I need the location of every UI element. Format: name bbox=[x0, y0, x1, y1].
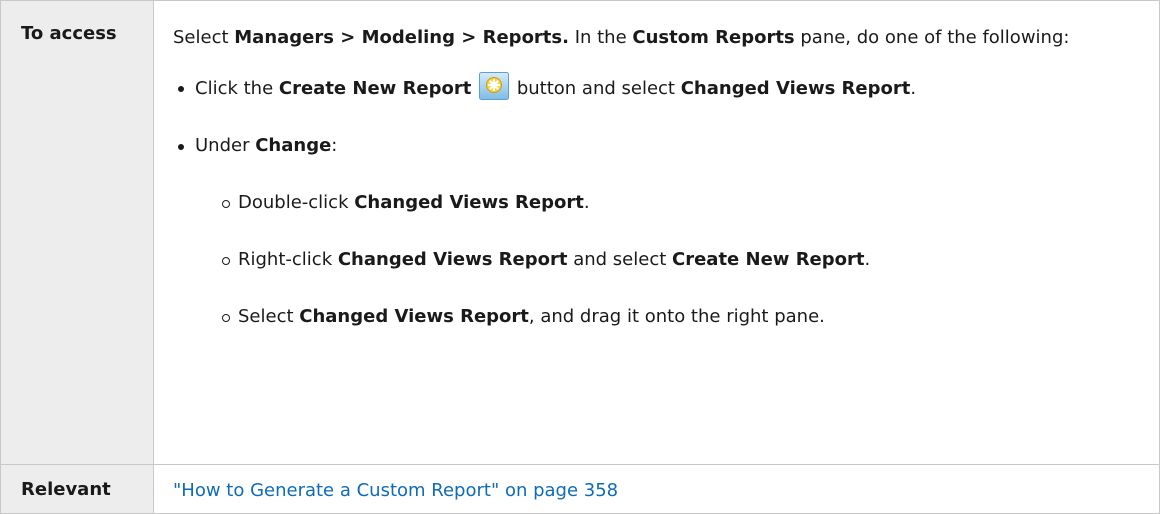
menu-path: Managers > Modeling > Reports. bbox=[234, 27, 569, 48]
info-table: To access Select Managers > Modeling > R… bbox=[0, 0, 1160, 514]
intro-paragraph: Select Managers > Modeling > Reports. In… bbox=[173, 22, 1139, 54]
list-item: Select Changed Views Report, and drag it… bbox=[195, 301, 1139, 333]
relevant-content: "How to Generate a Custom Report" on pag… bbox=[153, 464, 1160, 514]
access-label: To access bbox=[0, 0, 154, 465]
bullet2-text-1: Under bbox=[195, 135, 256, 156]
relevant-row: Relevant "How to Generate a Custom Repor… bbox=[0, 464, 1160, 514]
sub3-text-2: , and drag it onto the right pane. bbox=[528, 306, 825, 327]
changed-views-report-term: Changed Views Report bbox=[354, 192, 584, 213]
change-substeps-list: Double-click Changed Views Report. Right… bbox=[195, 187, 1139, 333]
generate-custom-report-link[interactable]: "How to Generate a Custom Report" on pag… bbox=[173, 480, 618, 501]
list-item: Click the Create New Report button and s… bbox=[173, 72, 1139, 105]
access-row: To access Select Managers > Modeling > R… bbox=[0, 0, 1160, 465]
list-item: Right-click Changed Views Report and sel… bbox=[195, 244, 1139, 276]
changed-views-report-term: Changed Views Report bbox=[680, 78, 911, 99]
intro-text-1: Select bbox=[173, 27, 235, 48]
access-content: Select Managers > Modeling > Reports. In… bbox=[153, 0, 1160, 465]
change-term: Change bbox=[255, 135, 332, 156]
sub3-text-1: Select bbox=[238, 306, 300, 327]
bullet1-text-2: button and select bbox=[511, 78, 681, 99]
intro-text-3: pane, do one of the following: bbox=[794, 27, 1070, 48]
create-new-report-icon bbox=[479, 72, 510, 100]
list-item: Under Change: Double-click Changed Views… bbox=[173, 130, 1139, 333]
create-new-report-term: Create New Report bbox=[672, 249, 865, 270]
bullet1-text-1: Click the bbox=[195, 78, 279, 99]
sub1-text-2: . bbox=[583, 192, 590, 213]
bullet1-text-3: . bbox=[910, 78, 917, 99]
pane-name: Custom Reports bbox=[632, 27, 795, 48]
list-item: Double-click Changed Views Report. bbox=[195, 187, 1139, 219]
create-new-report-term: Create New Report bbox=[278, 78, 472, 99]
sub1-text-1: Double-click bbox=[238, 192, 355, 213]
intro-text-2: In the bbox=[568, 27, 633, 48]
access-intro: Select Managers > Modeling > Reports. In… bbox=[173, 22, 1139, 54]
bullet2-text-2: : bbox=[331, 135, 338, 156]
sub2-text-1: Right-click bbox=[238, 249, 338, 270]
changed-views-report-term: Changed Views Report bbox=[299, 306, 529, 327]
sub2-text-2: and select bbox=[567, 249, 672, 270]
sub2-text-3: . bbox=[864, 249, 871, 270]
access-steps-list: Click the Create New Report button and s… bbox=[173, 72, 1139, 333]
relevant-label: Relevant bbox=[0, 464, 154, 514]
changed-views-report-term: Changed Views Report bbox=[337, 249, 568, 270]
